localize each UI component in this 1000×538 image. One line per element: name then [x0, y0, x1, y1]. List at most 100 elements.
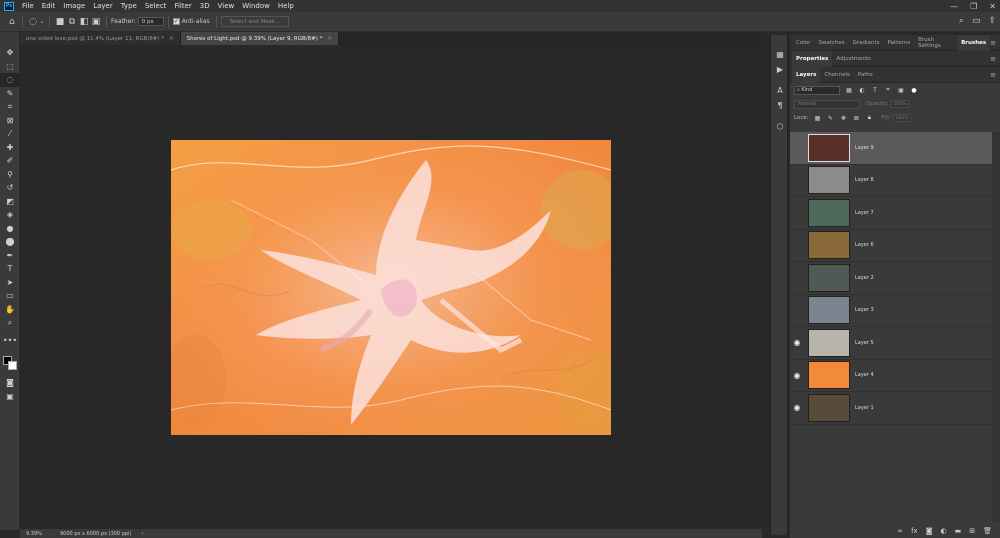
- new-layer-icon[interactable]: ⊞: [969, 527, 975, 535]
- close-window-button[interactable]: ✕: [989, 2, 996, 11]
- share-icon[interactable]: ⇪: [988, 16, 996, 26]
- layer-row[interactable]: ◉ Layer 5: [790, 327, 992, 360]
- chevron-down-icon[interactable]: ⌄: [39, 16, 45, 28]
- new-group-icon[interactable]: ▬: [955, 527, 962, 535]
- link-layers-icon[interactable]: ∞: [897, 527, 903, 535]
- visibility-eye-icon[interactable]: ◉: [790, 271, 804, 285]
- panel-menu-icon[interactable]: ≡: [990, 39, 996, 47]
- type-tool-icon[interactable]: T: [0, 262, 20, 276]
- visibility-eye-icon[interactable]: ◉: [790, 206, 804, 220]
- menu-3d[interactable]: 3D: [196, 2, 214, 10]
- lasso-tool-icon[interactable]: ◌: [0, 73, 20, 87]
- paint-bucket-tool-icon[interactable]: ◈: [0, 208, 20, 222]
- zoom-tool-icon[interactable]: ⌕: [0, 316, 20, 330]
- quick-mask-icon[interactable]: ◙: [0, 376, 20, 390]
- shape-filter-icon[interactable]: ⌗: [884, 86, 892, 94]
- history-brush-tool-icon[interactable]: ↺: [0, 181, 20, 195]
- menu-type[interactable]: Type: [117, 2, 141, 10]
- feather-input[interactable]: 0 px: [137, 17, 164, 26]
- layer-row[interactable]: ◉ Layer 3: [790, 295, 992, 327]
- zoom-level[interactable]: 9.39%: [20, 531, 52, 537]
- layer-row[interactable]: ◉ Layer 1: [790, 392, 992, 425]
- lasso-tool-icon[interactable]: ◌: [27, 16, 39, 28]
- smart-object-filter-icon[interactable]: ▣: [897, 86, 905, 94]
- adjustment-filter-icon[interactable]: ◐: [858, 86, 866, 94]
- menu-edit[interactable]: Edit: [38, 2, 60, 10]
- close-icon[interactable]: ✕: [327, 36, 332, 42]
- character-icon[interactable]: A: [771, 83, 789, 98]
- visibility-eye-icon[interactable]: ◉: [790, 238, 804, 252]
- opacity-input[interactable]: 100%: [890, 100, 909, 108]
- select-and-mask-button[interactable]: Select and Mask...: [220, 16, 289, 27]
- menu-help[interactable]: Help: [274, 2, 298, 10]
- healing-brush-tool-icon[interactable]: ✚: [0, 141, 20, 155]
- path-selection-tool-icon[interactable]: ➤: [0, 276, 20, 290]
- kind-filter-select[interactable]: ⌕ Kind: [794, 85, 840, 95]
- rectangle-tool-icon[interactable]: ▭: [0, 289, 20, 303]
- eraser-tool-icon[interactable]: ◩: [0, 195, 20, 209]
- tab-properties[interactable]: Properties: [792, 50, 833, 67]
- brush-tool-icon[interactable]: ✐: [0, 154, 20, 168]
- layer-row[interactable]: ◉ Layer 7: [790, 197, 992, 230]
- add-selection-icon[interactable]: ⧉: [66, 16, 78, 28]
- eyedropper-tool-icon[interactable]: ⁄: [0, 127, 20, 141]
- menu-layer[interactable]: Layer: [89, 2, 117, 10]
- screen-mode-icon[interactable]: ▣: [0, 390, 20, 404]
- visibility-eye-icon[interactable]: ◉: [790, 368, 804, 382]
- lock-image-icon[interactable]: ✎: [826, 114, 834, 122]
- lock-all-icon[interactable]: 🔒︎: [865, 114, 873, 122]
- tab-brushes[interactable]: Brushes: [957, 34, 991, 51]
- visibility-eye-icon[interactable]: ◉: [790, 173, 804, 187]
- home-icon[interactable]: ⌂: [6, 16, 18, 28]
- clone-stamp-tool-icon[interactable]: ⚲: [0, 168, 20, 182]
- tab-layers[interactable]: Layers: [792, 66, 821, 83]
- layer-row[interactable]: ◉ Layer 2: [790, 262, 992, 295]
- layer-row[interactable]: ◉ Layer 9: [790, 132, 992, 165]
- frame-tool-icon[interactable]: ⊠: [0, 114, 20, 128]
- photoshop-logo[interactable]: Ps: [4, 1, 14, 11]
- layer-row[interactable]: ◉ Layer 4: [790, 360, 992, 392]
- 3d-icon[interactable]: ⬡: [771, 119, 789, 134]
- background-color-swatch[interactable]: [8, 361, 17, 370]
- tab-gradients[interactable]: Gradients: [849, 35, 884, 51]
- filter-toggle-icon[interactable]: ●: [910, 86, 918, 94]
- minimize-button[interactable]: —: [950, 2, 958, 11]
- tab-adjustments[interactable]: Adjustments: [832, 51, 874, 67]
- workspace-icon[interactable]: ▭: [972, 16, 981, 26]
- menu-file[interactable]: File: [18, 2, 38, 10]
- paragraph-icon[interactable]: ¶: [771, 98, 789, 113]
- fill-input[interactable]: 100%: [892, 114, 911, 122]
- dodge-tool-icon[interactable]: ⬤: [0, 235, 20, 249]
- lock-artboard-icon[interactable]: ⊠: [852, 114, 860, 122]
- adjustment-layer-icon[interactable]: ◐: [941, 527, 947, 535]
- new-selection-icon[interactable]: ■: [54, 16, 66, 28]
- canvas-area[interactable]: [20, 45, 762, 530]
- menu-window[interactable]: Window: [238, 2, 274, 10]
- delete-layer-icon[interactable]: 🗑︎: [983, 527, 992, 535]
- more-tools-icon[interactable]: •••: [0, 334, 20, 348]
- document-canvas[interactable]: [171, 140, 611, 435]
- doc-tab-one-sided-love[interactable]: one sided love.psd @ 11.4% (Layer 11, RG…: [20, 32, 181, 45]
- visibility-eye-icon[interactable]: ◉: [790, 141, 804, 155]
- intersect-selection-icon[interactable]: ▣: [90, 16, 102, 28]
- panel-menu-icon[interactable]: ≡: [990, 71, 996, 79]
- hand-tool-icon[interactable]: ✋: [0, 303, 20, 317]
- type-filter-icon[interactable]: T: [871, 86, 879, 94]
- pen-tool-icon[interactable]: ✒: [0, 249, 20, 263]
- add-mask-icon[interactable]: ◙: [926, 527, 933, 535]
- blur-tool-icon[interactable]: ●: [0, 222, 20, 236]
- move-tool-icon[interactable]: ✥: [0, 46, 20, 60]
- crop-tool-icon[interactable]: ⌗: [0, 100, 20, 114]
- layer-style-icon[interactable]: fx: [911, 527, 918, 535]
- layer-row[interactable]: ◉ Layer 8: [790, 165, 992, 197]
- visibility-eye-icon[interactable]: ◉: [790, 336, 804, 350]
- visibility-eye-icon[interactable]: ◉: [790, 303, 804, 317]
- blend-mode-select[interactable]: Normal: [794, 99, 860, 109]
- lock-position-icon[interactable]: ✥: [839, 114, 847, 122]
- doc-tab-shores-of-light[interactable]: Shores of Light.psd @ 9.39% (Layer 9, RG…: [180, 32, 340, 45]
- history-icon[interactable]: ▦: [771, 47, 789, 62]
- lock-pixels-icon[interactable]: ▦: [813, 114, 821, 122]
- menu-filter[interactable]: Filter: [170, 2, 195, 10]
- antialias-checkbox[interactable]: ✓: [172, 18, 180, 25]
- tab-color[interactable]: Color: [792, 35, 814, 51]
